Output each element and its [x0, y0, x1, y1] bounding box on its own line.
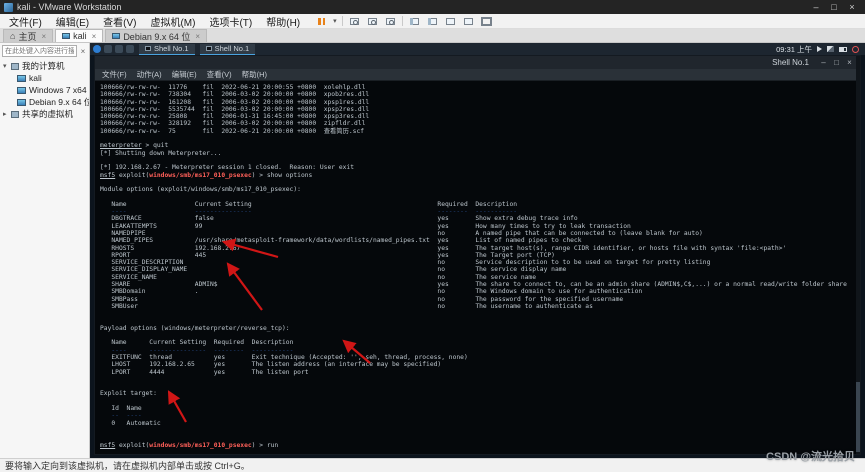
menu-vm[interactable]: 虚拟机(M) — [143, 14, 202, 29]
tab-close-icon[interactable]: × — [92, 32, 97, 41]
vm-icon — [112, 33, 121, 39]
tree-item-debian[interactable]: Debian 9.x 64 位 — [0, 96, 89, 108]
terminal-scrollbar[interactable] — [856, 56, 860, 454]
computer-icon — [11, 62, 19, 70]
toolbar-separator — [341, 16, 343, 26]
menu-help[interactable]: 帮助(H) — [259, 14, 307, 29]
terminal-maximize-button[interactable]: □ — [830, 58, 843, 67]
vmware-window: kali - VMware Workstation – □ × 文件(F) 编辑… — [0, 0, 865, 472]
terminal-window: Shell No.1 – □ × 文件(F) 动作(A) 编辑(E) 查看(V)… — [94, 55, 861, 455]
terminal-menu-view[interactable]: 查看(V) — [207, 69, 232, 80]
clock[interactable]: 09:31 上午 — [776, 44, 812, 55]
toolbar: ▾ — [315, 16, 493, 27]
unity-mode-button[interactable] — [462, 16, 475, 27]
tab-kali[interactable]: kali × — [55, 29, 104, 42]
console-view-button[interactable] — [444, 16, 457, 27]
toolbar-separator — [401, 16, 403, 26]
taskbar-window-label: Shell No.1 — [154, 44, 189, 53]
tree-item-label: 我的计算机 — [22, 61, 65, 71]
library-panel: × ▾ 我的计算机 kali Windows 7 x64 — [0, 43, 90, 458]
close-button[interactable]: × — [843, 0, 861, 14]
home-icon: ⌂ — [10, 31, 16, 41]
tree-item-label: Windows 7 x64 — [29, 85, 87, 95]
power-icon[interactable] — [852, 45, 859, 53]
terminal-icon — [145, 46, 151, 51]
manage-snapshots-button[interactable] — [384, 16, 397, 27]
status-hint: 要将输入定向到该虚拟机，请在虚拟机内部单击或按 Ctrl+G。 — [5, 461, 250, 471]
window-titlebar: kali - VMware Workstation – □ × — [0, 0, 865, 14]
tab-close-icon[interactable]: × — [195, 32, 200, 41]
vm-icon — [17, 86, 26, 94]
tab-debian[interactable]: Debian 9.x 64 位 × — [105, 29, 208, 42]
terminal-menu-edit[interactable]: 编辑(E) — [172, 69, 197, 80]
revert-snapshot-button[interactable] — [366, 16, 379, 27]
menu-tabs[interactable]: 选项卡(T) — [202, 14, 259, 29]
taskbar-window-label: Shell No.1 — [214, 44, 250, 53]
terminal-titlebar[interactable]: Shell No.1 – □ × — [95, 56, 860, 69]
kali-menu-icon[interactable] — [93, 45, 101, 53]
terminal-close-button[interactable]: × — [843, 58, 856, 67]
vmware-logo-icon — [4, 2, 13, 12]
menu-bar: 文件(F) 编辑(E) 查看(V) 虚拟机(M) 选项卡(T) 帮助(H) ▾ — [0, 14, 865, 29]
menu-file[interactable]: 文件(F) — [2, 14, 49, 29]
tab-debian-label: Debian 9.x 64 位 — [123, 31, 191, 42]
vm-icon — [17, 74, 26, 82]
tab-home[interactable]: ⌂ 主页 × — [3, 29, 54, 42]
battery-icon[interactable] — [839, 46, 847, 52]
csdn-watermark: CSDN @流光拾贝 — [766, 451, 855, 463]
tree-item-kali[interactable]: kali — [0, 72, 89, 84]
take-snapshot-button[interactable] — [348, 16, 361, 27]
tab-home-label: 主页 — [18, 31, 37, 42]
window-title: kali - VMware Workstation — [17, 2, 122, 12]
scrollbar-thumb[interactable] — [856, 382, 860, 452]
status-bar: 要将输入定向到该虚拟机，请在虚拟机内部单击或按 Ctrl+G。 — [0, 458, 865, 472]
terminal-output[interactable]: 100666/rw-rw-rw- 11776 fil 2022-06-21 20… — [95, 81, 860, 454]
library-search-input[interactable] — [2, 45, 77, 57]
show-library-button[interactable] — [408, 16, 421, 27]
minimize-button[interactable]: – — [807, 0, 825, 14]
library-close-icon[interactable]: × — [79, 47, 87, 56]
terminal-menu-help[interactable]: 帮助(H) — [242, 69, 267, 80]
terminal-menu-file[interactable]: 文件(F) — [102, 69, 127, 80]
suspend-button[interactable] — [315, 16, 328, 27]
terminal-icon — [205, 46, 212, 51]
menu-view[interactable]: 查看(V) — [96, 14, 143, 29]
tree-item-label: Debian 9.x 64 位 — [29, 97, 89, 107]
taskbar-window-2[interactable]: Shell No.1 — [199, 43, 256, 55]
shared-vms-icon — [11, 110, 19, 118]
tree-item-shared-vms[interactable]: ▸ 共享的虚拟机 — [0, 108, 89, 120]
terminal-minimize-button[interactable]: – — [817, 58, 830, 67]
tree-item-label: 共享的虚拟机 — [22, 109, 74, 119]
show-thumbnail-bar-button[interactable] — [426, 16, 439, 27]
tree-item-my-computer[interactable]: ▾ 我的计算机 — [0, 60, 89, 72]
vm-icon — [62, 33, 71, 39]
tab-kali-label: kali — [73, 31, 87, 41]
guest-screen[interactable]: Shell No.1 Shell No.1 09:31 上午 Shell No.… — [90, 43, 865, 458]
kali-panel: Shell No.1 Shell No.1 09:31 上午 — [90, 43, 865, 55]
terminal-launcher-icon[interactable] — [126, 45, 134, 53]
file-manager-icon[interactable] — [115, 45, 123, 53]
tree-item-windows7[interactable]: Windows 7 x64 — [0, 84, 89, 96]
expander-icon[interactable]: ▸ — [3, 110, 11, 118]
tab-bar: ⌂ 主页 × kali × Debian 9.x 64 位 × — [0, 29, 865, 43]
maximize-button[interactable]: □ — [825, 0, 843, 14]
volume-icon[interactable] — [817, 46, 822, 52]
terminal-title: Shell No.1 — [772, 58, 809, 67]
vm-icon — [17, 98, 26, 106]
show-desktop-icon[interactable] — [104, 45, 112, 53]
vm-tree: ▾ 我的计算机 kali Windows 7 x64 Debian 9.x 64… — [0, 60, 89, 120]
tab-close-icon[interactable]: × — [41, 32, 46, 41]
taskbar-window-1[interactable]: Shell No.1 — [139, 43, 195, 55]
fullscreen-button[interactable] — [480, 16, 493, 27]
terminal-menubar: 文件(F) 动作(A) 编辑(E) 查看(V) 帮助(H) — [95, 69, 860, 81]
suspend-caret-icon[interactable]: ▾ — [333, 16, 337, 27]
expander-icon[interactable]: ▾ — [3, 62, 11, 70]
network-icon[interactable] — [827, 46, 834, 52]
menu-edit[interactable]: 编辑(E) — [49, 14, 96, 29]
terminal-menu-actions[interactable]: 动作(A) — [137, 69, 162, 80]
tree-item-label: kali — [29, 73, 42, 83]
